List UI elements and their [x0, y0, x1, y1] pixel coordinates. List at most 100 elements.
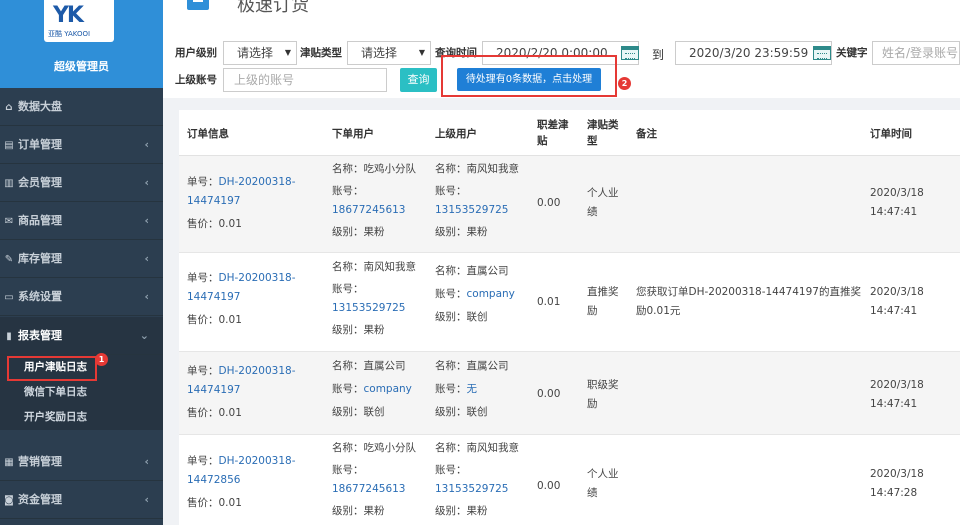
buyer-account-link[interactable]: 13153529725 [332, 299, 432, 318]
pending-process-button[interactable]: 待处理有0条数据，点击处理 [457, 68, 601, 91]
sidebar-item-marketing[interactable]: ▦ 营销管理 ‹ [0, 443, 163, 481]
superior-account-label: 账号： [435, 185, 467, 197]
sidebar-item-members[interactable]: ▥ 会员管理 ‹ [0, 164, 163, 202]
price: 售价：0.01 [187, 407, 242, 419]
sidebar: YK 亚酷 YAKOOI 超级管理员 ⌂ 数据大盘 ▤ 订单管理 ‹ ▥ 会员管理 ‹ ✉… [0, 0, 163, 525]
price: 售价：0.01 [187, 218, 242, 230]
buyer-name: 名称：吃鸡小分队 [332, 163, 416, 175]
price: 售价：0.01 [187, 314, 242, 326]
superior-name: 名称：直属公司 [435, 360, 509, 372]
table-row: 单号：DH-20200318-14474197 售价：0.01 名称：吃鸡小分队… [179, 156, 960, 253]
order-icon: ▤ [4, 140, 14, 151]
superior-account-label: 账号： [435, 383, 467, 395]
table-row: 单号：DH-20200318-14472856 售价：0.01 名称：吃鸡小分队… [179, 435, 960, 525]
chevron-left-icon: ‹ [144, 290, 149, 303]
col-superior: 上级用户 [435, 127, 477, 140]
price: 售价：0.01 [187, 497, 242, 509]
buyer-name: 名称：直属公司 [332, 360, 406, 372]
caret-down-icon: ▼ [418, 48, 425, 57]
mail-icon: ✉ [4, 216, 14, 227]
sidebar-item-label: 会员管理 [18, 176, 62, 189]
col-allowance-type: 津贴类型 [587, 119, 619, 147]
superior-account-link[interactable]: 13153529725 [435, 480, 535, 499]
monitor-icon: ▭ [4, 292, 14, 303]
allowance-type: 个人业绩 [587, 468, 619, 499]
allowance-log-table: 订单信息 下单用户 上级用户 职差津贴 津贴类型 备注 订单时间 单号：DH-2… [179, 110, 960, 525]
sidebar-item-label: 库存管理 [18, 252, 62, 265]
logo-text: 亚酷 YAKOOI [48, 30, 91, 38]
chart-icon: ▥ [4, 178, 14, 189]
buyer-info: 名称：直属公司 账号：company 级别：联创 [332, 357, 432, 422]
chevron-down-icon: ⌄ [139, 329, 149, 342]
sidebar-item-label: 营销管理 [18, 455, 62, 468]
superior-account-link[interactable]: 13153529725 [435, 201, 535, 220]
superior-account-link[interactable]: company [467, 288, 515, 300]
annotation-badge-1: 1 [95, 353, 108, 366]
superior-account-label: 上级账号 [175, 74, 217, 86]
order-date: 2020/3/18 [870, 379, 924, 391]
superior-info: 名称：直属公司 账号：company 级别：联创 [435, 262, 535, 327]
allowance-amount: 0.00 [537, 197, 561, 209]
calendar-icon[interactable] [621, 46, 639, 60]
annotation-badge-2: 2 [618, 77, 631, 90]
order-no-label: 单号： [187, 272, 219, 284]
calendar-icon[interactable] [813, 46, 831, 60]
superior-account-label: 账号： [435, 288, 467, 300]
order-info: 单号：DH-20200318-14474197 售价：0.01 [187, 269, 317, 330]
sidebar-item-label: 系统设置 [18, 290, 62, 303]
page-title: 极速订货 [237, 0, 309, 16]
keyword-label: 关键字 [836, 47, 868, 59]
superior-level: 级别：果粉 [435, 226, 488, 238]
remark: 您获取订单DH-20200318-14474197的直推奖励0.01元 [636, 286, 861, 317]
sidebar-item-dashboard[interactable]: ⌂ 数据大盘 [0, 88, 163, 126]
order-clock: 14:47:28 [870, 487, 918, 499]
sidebar-item-settings[interactable]: ▭ 系统设置 ‹ [0, 278, 163, 316]
superior-account-label: 账号： [435, 464, 467, 476]
superior-account-input[interactable]: 上级的账号 [223, 68, 387, 92]
order-date: 2020/3/18 [870, 286, 924, 298]
superior-level: 级别：果粉 [435, 505, 488, 517]
submenu-item-wechat-order-log[interactable]: 微信下单日志 [0, 380, 163, 405]
buyer-account-link[interactable]: company [364, 383, 412, 395]
order-info: 单号：DH-20200318-14474197 售价：0.01 [187, 362, 317, 423]
caret-down-icon: ▼ [284, 48, 291, 57]
allowance-type-label: 津贴类型 [300, 47, 342, 59]
order-info: 单号：DH-20200318-14472856 售价：0.01 [187, 452, 317, 513]
sidebar-item-funds[interactable]: ◙ 资金管理 ‹ [0, 481, 163, 519]
sidebar-item-reports[interactable]: ▮ 报表管理 ⌄ [0, 317, 163, 355]
to-label: 到 [652, 48, 665, 62]
buyer-name: 名称：吃鸡小分队 [332, 442, 416, 454]
buyer-info: 名称：吃鸡小分队 账号： 18677245613 级别：果粉 [332, 439, 432, 521]
order-time: 2020/3/18 14:47:28 [870, 465, 924, 503]
superior-info: 名称：南风知我意 账号： 13153529725 级别：果粉 [435, 439, 535, 521]
allowance-type: 职级奖励 [587, 379, 619, 410]
superior-level: 级别：联创 [435, 406, 488, 418]
order-info: 单号：DH-20200318-14474197 售价：0.01 [187, 173, 317, 234]
superior-account-link[interactable]: 无 [467, 383, 478, 395]
order-date: 2020/3/18 [870, 468, 924, 480]
order-time: 2020/3/18 14:47:41 [870, 283, 924, 321]
buyer-account-link[interactable]: 18677245613 [332, 480, 432, 499]
book-icon: ▦ [4, 457, 14, 468]
edit-icon: ✎ [4, 254, 14, 265]
order-time: 2020/3/18 14:47:41 [870, 184, 924, 222]
order-no-label: 单号： [187, 365, 219, 377]
user-level-select[interactable]: 请选择 ▼ [223, 41, 297, 65]
superior-info: 名称：南风知我意 账号： 13153529725 级别：果粉 [435, 160, 535, 242]
keyword-input[interactable]: 姓名/登录账号 [872, 41, 960, 65]
sidebar-item-inventory[interactable]: ✎ 库存管理 ‹ [0, 240, 163, 278]
page-header: 极速订货 [163, 0, 960, 20]
allowance-type-select[interactable]: 请选择 ▼ [347, 41, 431, 65]
query-button[interactable]: 查询 [400, 68, 437, 92]
sidebar-item-label: 商品管理 [18, 214, 62, 227]
buyer-account-label: 账号： [332, 464, 364, 476]
sidebar-item-label: 资金管理 [18, 493, 62, 506]
chevron-left-icon: ‹ [144, 176, 149, 189]
end-time-input[interactable]: 2020/3/20 23:59:59 [675, 41, 832, 65]
home-icon: ⌂ [5, 102, 13, 113]
menu-toggle-button[interactable] [187, 0, 209, 10]
buyer-account-link[interactable]: 18677245613 [332, 201, 432, 220]
sidebar-item-orders[interactable]: ▤ 订单管理 ‹ [0, 126, 163, 164]
sidebar-item-products[interactable]: ✉ 商品管理 ‹ [0, 202, 163, 240]
submenu-item-account-reward-log[interactable]: 开户奖励日志 [0, 405, 163, 430]
